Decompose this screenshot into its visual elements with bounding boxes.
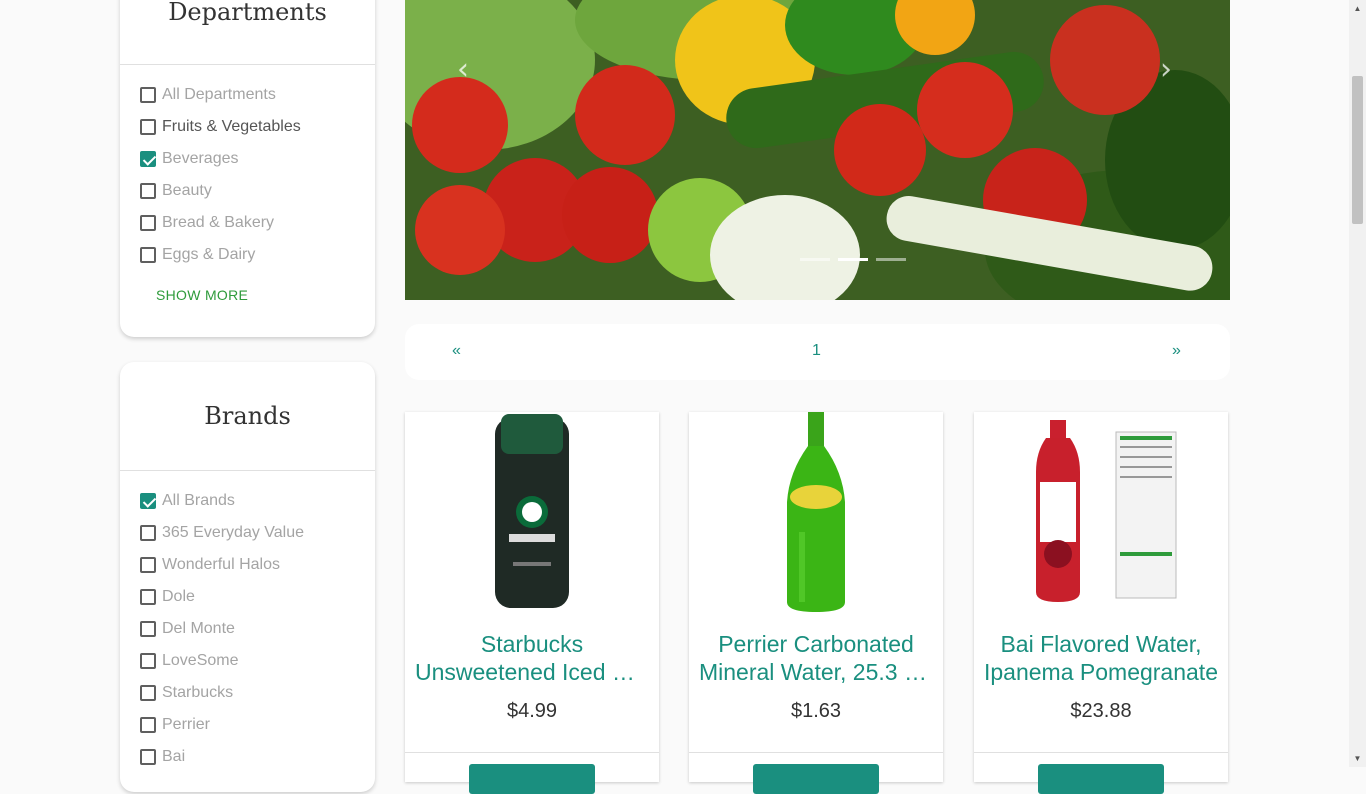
- checkbox[interactable]: [140, 183, 156, 199]
- checkbox[interactable]: [140, 589, 156, 605]
- brand-option-starbucks[interactable]: Starbucks: [140, 682, 233, 704]
- show-more-button[interactable]: SHOW MORE: [156, 287, 248, 303]
- department-option-all[interactable]: All Departments: [140, 84, 276, 106]
- checkbox-label: Del Monte: [162, 620, 235, 637]
- department-option-eggs-dairy[interactable]: Eggs & Dairy: [140, 244, 255, 266]
- checkbox-label: LoveSome: [162, 652, 239, 669]
- product-name[interactable]: Starbucks Unsweetened Iced Coffee: [415, 630, 649, 686]
- scrollbar-thumb[interactable]: [1352, 76, 1363, 224]
- pagination-page-1[interactable]: 1: [812, 342, 821, 360]
- department-option-beverages[interactable]: Beverages: [140, 148, 239, 170]
- brands-filter-card: Brands All Brands 365 Everyday Value Won…: [120, 362, 375, 792]
- checkbox[interactable]: [140, 525, 156, 541]
- add-to-cart-button[interactable]: [1038, 764, 1164, 794]
- department-option-fruits-vegetables[interactable]: Fruits & Vegetables: [140, 116, 301, 138]
- add-to-cart-button[interactable]: [469, 764, 595, 794]
- brand-option-dole[interactable]: Dole: [140, 586, 195, 608]
- carousel-indicator-active[interactable]: [838, 258, 868, 261]
- brands-title: Brands: [204, 402, 291, 430]
- pagination-next[interactable]: »: [1172, 342, 1181, 360]
- brand-option-wonderful-halos[interactable]: Wonderful Halos: [140, 554, 280, 576]
- checkbox[interactable]: [140, 557, 156, 573]
- scroll-down-icon[interactable]: ▼: [1349, 750, 1366, 767]
- checkbox-label: Beauty: [162, 182, 212, 199]
- divider: [689, 752, 943, 753]
- product-name[interactable]: Perrier Carbonated Mineral Water, 25.3 f…: [699, 630, 933, 686]
- checkbox[interactable]: [140, 685, 156, 701]
- brand-option-del-monte[interactable]: Del Monte: [140, 618, 235, 640]
- checkbox-label: Bai: [162, 748, 186, 765]
- divider: [120, 470, 375, 471]
- product-card-perrier[interactable]: Perrier Carbonated Mineral Water, 25.3 f…: [689, 412, 943, 794]
- checkbox[interactable]: [140, 119, 156, 135]
- hero-carousel: ‹ ›: [405, 0, 1230, 300]
- checkbox-label: Starbucks: [162, 684, 234, 701]
- product-image: [1036, 420, 1177, 602]
- checkbox-label: All Brands: [162, 492, 235, 509]
- product-price: $4.99: [506, 700, 558, 722]
- brand-option-bai[interactable]: Bai: [140, 746, 185, 768]
- divider: [120, 64, 375, 65]
- scroll-up-icon[interactable]: ▲: [1349, 0, 1366, 17]
- checkbox-checked[interactable]: [140, 493, 156, 509]
- checkbox[interactable]: [140, 87, 156, 103]
- brand-option-lovesome[interactable]: LoveSome: [140, 650, 239, 672]
- brand-option-all[interactable]: All Brands: [140, 490, 235, 512]
- product-price: $1.63: [790, 700, 842, 722]
- carousel-indicator[interactable]: [876, 258, 906, 261]
- product-card-starbucks[interactable]: Starbucks Unsweetened Iced Coffee $4.99: [405, 412, 659, 794]
- vegetables-banner-image: [405, 0, 1230, 300]
- product-name[interactable]: Bai Flavored Water, Ipanema Pomegranate: [984, 630, 1218, 686]
- checkbox-label: Eggs & Dairy: [162, 246, 256, 263]
- product-image: [787, 412, 845, 612]
- brand-option-perrier[interactable]: Perrier: [140, 714, 210, 736]
- product-card-bai[interactable]: Bai Flavored Water, Ipanema Pomegranate …: [974, 412, 1228, 794]
- checkbox[interactable]: [140, 749, 156, 765]
- brand-option-365-everyday-value[interactable]: 365 Everyday Value: [140, 522, 304, 544]
- chevron-left-icon[interactable]: ‹: [457, 52, 469, 87]
- checkbox-label: Bread & Bakery: [162, 214, 275, 231]
- pagination-prev[interactable]: «: [452, 342, 461, 360]
- department-option-bread-bakery[interactable]: Bread & Bakery: [140, 212, 274, 234]
- department-option-beauty[interactable]: Beauty: [140, 180, 212, 202]
- carousel-indicator[interactable]: [800, 258, 830, 261]
- checkbox[interactable]: [140, 215, 156, 231]
- page-scrollbar[interactable]: ▲ ▼: [1349, 0, 1366, 767]
- checkbox-label: Perrier: [162, 716, 211, 733]
- checkbox-label: All Departments: [162, 86, 276, 103]
- divider: [974, 752, 1228, 753]
- checkbox-label: Dole: [162, 588, 195, 605]
- checkbox[interactable]: [140, 717, 156, 733]
- departments-filter-card: Departments All Departments Fruits & Veg…: [120, 0, 375, 337]
- pagination: « 1 »: [405, 324, 1230, 380]
- divider: [405, 752, 659, 753]
- product-price: $23.88: [1070, 700, 1132, 722]
- checkbox[interactable]: [140, 653, 156, 669]
- checkbox[interactable]: [140, 621, 156, 637]
- product-image: [495, 414, 569, 608]
- add-to-cart-button[interactable]: [753, 764, 879, 794]
- departments-title: Departments: [168, 0, 327, 26]
- checkbox-label: 365 Everyday Value: [162, 524, 305, 541]
- checkbox-label: Wonderful Halos: [162, 556, 280, 573]
- checkbox-label: Fruits & Vegetables: [162, 118, 301, 135]
- checkbox[interactable]: [140, 247, 156, 263]
- chevron-right-icon[interactable]: ›: [1160, 52, 1172, 87]
- checkbox-checked[interactable]: [140, 151, 156, 167]
- checkbox-label: Beverages: [162, 150, 239, 167]
